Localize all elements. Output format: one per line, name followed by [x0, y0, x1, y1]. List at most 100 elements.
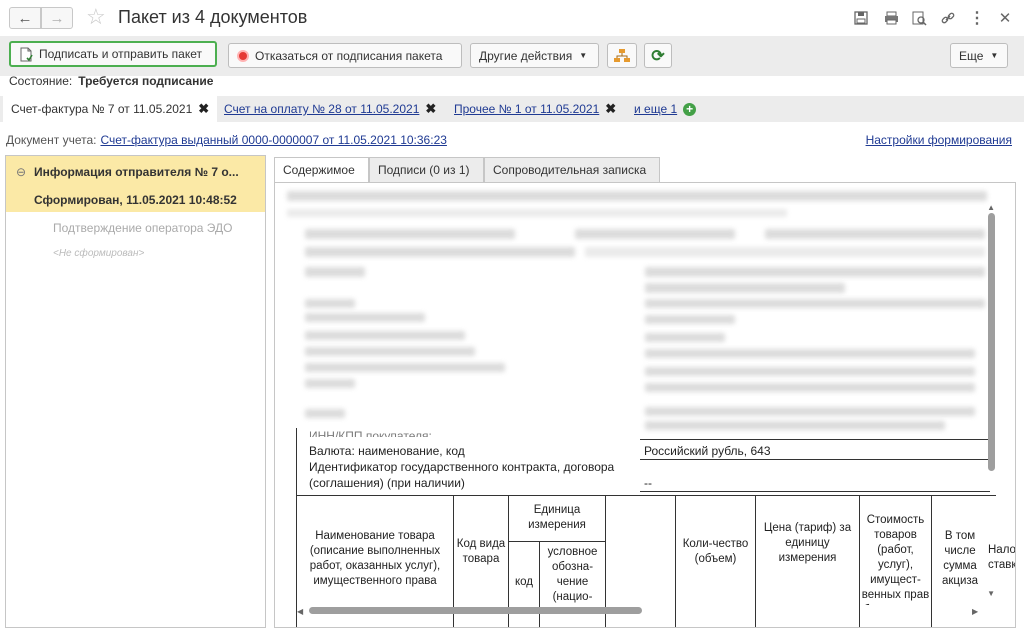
blurred-text [575, 229, 735, 239]
add-icon[interactable]: + [683, 102, 697, 116]
close-tab-icon[interactable]: ✖ [425, 101, 436, 117]
tree-item-status: Сформирован, 11.05.2021 10:48:52 [34, 193, 237, 207]
blurred-text [645, 315, 735, 324]
account-document-label: Документ учета: [6, 133, 97, 147]
refresh-icon: ⟳ [651, 47, 665, 65]
blurred-text [287, 191, 987, 201]
close-icon[interactable]: ✕ [996, 9, 1014, 27]
toolbar: Подписать и отправить пакет Отказаться о… [0, 36, 1024, 76]
other-actions-button[interactable]: Другие действия ▼ [470, 43, 599, 68]
stop-icon [237, 49, 249, 62]
blurred-text [305, 299, 355, 308]
blurred-text [305, 409, 345, 418]
currency-label: Валюта: наименование, код [309, 444, 465, 458]
close-tab-icon[interactable]: ✖ [605, 101, 616, 117]
blurred-text [645, 407, 975, 416]
blurred-text [645, 333, 725, 342]
blurred-text [645, 267, 985, 277]
blurred-text [645, 383, 975, 392]
account-document-line: Документ учета: Счет-фактура выданный 000… [6, 133, 447, 147]
decline-signing-button[interactable]: Отказаться от подписания пакета [228, 43, 462, 68]
scroll-down-icon[interactable]: ▼ [987, 589, 995, 598]
table-border [296, 428, 297, 627]
forward-button[interactable]: → [41, 7, 73, 29]
contract-label-cont: (соглашения) (при наличии) [309, 476, 465, 490]
blurred-text [645, 367, 975, 376]
blurred-text [645, 421, 945, 430]
tab-content[interactable]: Содержимое [274, 157, 369, 183]
tab-payment-bill-label: Счет на оплату № 28 от 11.05.2021 [224, 102, 420, 116]
document-preview: ИНН/КПП покупателя: Валюта: наименование… [274, 182, 1016, 628]
favorite-star-icon[interactable]: ☆ [86, 4, 106, 30]
th-quantity: Коли-чество (объем) [682, 538, 749, 565]
vertical-scrollbar[interactable] [988, 213, 995, 471]
tab-other-label: Прочее № 1 от 11.05.2021 [454, 102, 600, 116]
blurred-text [305, 267, 365, 277]
field-underline [640, 439, 990, 440]
decline-signing-label: Отказаться от подписания пакета [255, 48, 443, 63]
field-underline [640, 459, 990, 460]
window-title: Пакет из 4 документов [118, 7, 308, 27]
dropdown-arrow-icon: ▼ [579, 51, 588, 60]
sign-and-send-button[interactable]: Подписать и отправить пакет [9, 41, 217, 67]
blurred-text [645, 299, 985, 308]
tab-cover-note[interactable]: Сопроводительная записка [484, 157, 660, 183]
th-price: Цена (тариф) за единицу измерения [763, 522, 852, 564]
arrow-left-icon: ← [17, 9, 33, 27]
preview-icon[interactable] [910, 9, 928, 27]
link-icon[interactable] [939, 9, 957, 27]
refresh-button[interactable]: ⟳ [644, 43, 672, 68]
document-tabs: Счет-фактура № 7 от 11.05.2021 ✖ Счет на… [0, 96, 1024, 122]
scroll-left-icon[interactable]: ◀ [297, 607, 303, 616]
back-button[interactable]: ← [9, 7, 41, 29]
th-excise: В том числе сумма акциза [941, 530, 979, 587]
blurred-text [305, 313, 425, 322]
tree-item-edo-confirmation[interactable]: Подтверждение оператора ЭДО [53, 221, 233, 235]
more-button[interactable]: Еще ▼ [950, 43, 1008, 68]
more-vertical-icon[interactable]: ⋮ [968, 9, 986, 27]
status-line: Состояние: Требуется подписание [9, 74, 213, 88]
tab-other[interactable]: Прочее № 1 от 11.05.2021 ✖ [454, 96, 616, 122]
generation-settings-link[interactable]: Настройки формирования [866, 133, 1012, 147]
tab-and-more[interactable]: и еще 1 + [634, 96, 697, 122]
other-actions-label: Другие действия [479, 48, 573, 63]
title-bar: ← → ☆ Пакет из 4 документов ⋮ ✕ [0, 0, 1024, 36]
tab-invoice-label: Счет-фактура № 7 от 11.05.2021 [11, 102, 193, 116]
th-product-name: Наименование товара (описание выполненны… [309, 530, 441, 587]
blurred-text [585, 247, 985, 257]
sign-and-send-label: Подписать и отправить пакет [39, 47, 203, 61]
blurred-text [305, 229, 515, 239]
field-underline [640, 491, 990, 492]
horizontal-scrollbar[interactable] [309, 607, 642, 614]
save-icon[interactable] [852, 9, 870, 27]
blurred-text [765, 229, 985, 239]
th-unit: Единица измерения [528, 504, 586, 531]
blurred-text [305, 331, 465, 340]
th-unit-code: код [514, 576, 533, 588]
hierarchy-icon [614, 48, 630, 63]
close-tab-icon[interactable]: ✖ [198, 101, 209, 117]
currency-value: Российский рубль, 643 [644, 444, 771, 458]
scroll-right-icon[interactable]: ▶ [972, 607, 978, 616]
tab-signatures[interactable]: Подписи (0 из 1) [369, 157, 484, 183]
structure-button[interactable] [607, 43, 637, 68]
tab-payment-bill[interactable]: Счет на оплату № 28 от 11.05.2021 ✖ [224, 96, 436, 122]
tab-invoice[interactable]: Счет-фактура № 7 от 11.05.2021 ✖ [3, 96, 218, 122]
contract-value: -- [644, 476, 652, 490]
sign-document-icon [19, 47, 33, 62]
account-document-link[interactable]: Счет-фактура выданный 0000-0000007 от 11… [100, 133, 446, 147]
blurred-text [305, 247, 575, 257]
blurred-text [305, 363, 505, 372]
th-kind-code: Код вида товара [456, 538, 506, 565]
table-sub-border [508, 541, 605, 542]
status-label: Состояние: [9, 74, 73, 88]
arrow-right-icon: → [49, 9, 65, 27]
contract-label: Идентификатор государственного контракта… [309, 460, 615, 474]
tree-item-title: Информация отправителя № 7 о... [34, 165, 239, 179]
print-icon[interactable] [882, 9, 900, 27]
scroll-up-icon[interactable]: ▲ [987, 203, 995, 212]
blurred-text [287, 209, 787, 217]
collapse-icon[interactable]: ⊖ [16, 165, 26, 179]
blurred-text [645, 283, 845, 293]
blurred-text [305, 379, 355, 388]
